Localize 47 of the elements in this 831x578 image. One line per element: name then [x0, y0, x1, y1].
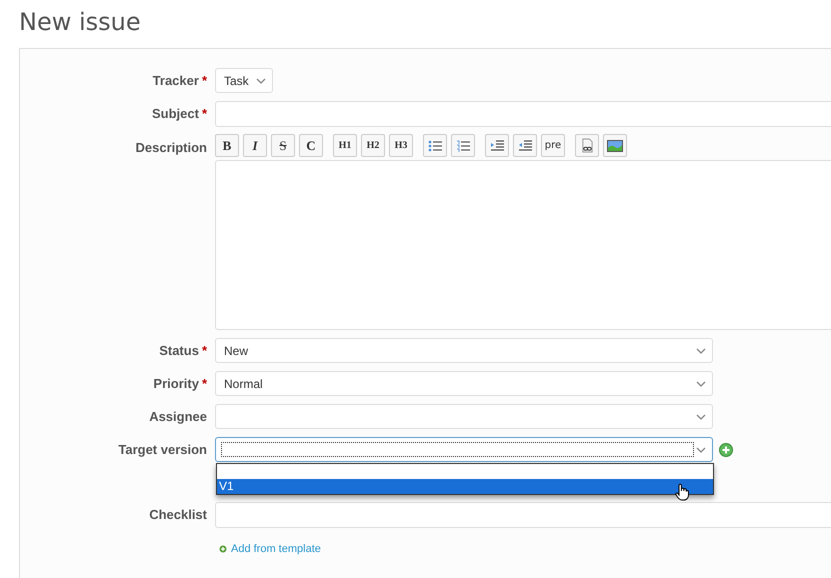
text-field[interactable]	[215, 502, 831, 528]
link-icon	[580, 138, 594, 153]
chevron-down-icon	[696, 381, 706, 387]
toolbar-button[interactable]: H1	[333, 134, 357, 157]
select-field[interactable]: New	[215, 338, 713, 363]
field-label: Status	[159, 343, 199, 358]
image-button[interactable]	[603, 134, 627, 157]
bullet-list-icon	[428, 140, 442, 152]
toolbar-button[interactable]: C	[299, 134, 323, 157]
field-label: Priority	[153, 376, 199, 391]
field-label: Tracker	[152, 73, 199, 88]
select-field[interactable]: Normal	[215, 371, 713, 396]
select-field[interactable]: Task	[215, 68, 273, 93]
dropdown-option[interactable]: V1	[217, 479, 713, 494]
field-label: Checklist	[149, 507, 207, 522]
add-icon[interactable]	[719, 442, 733, 456]
numbered-list-icon	[456, 140, 470, 152]
toolbar-button[interactable]: H2	[361, 134, 385, 157]
field-label: Assignee	[149, 409, 207, 424]
select-field[interactable]	[215, 437, 713, 462]
indent-button[interactable]	[485, 134, 509, 157]
bullet-list-button[interactable]	[423, 134, 447, 157]
text-field[interactable]	[215, 101, 831, 127]
required-mark: *	[202, 106, 207, 121]
chevron-down-icon	[256, 78, 266, 84]
toolbar-button[interactable]: H3	[389, 134, 413, 157]
link-button[interactable]	[575, 134, 599, 157]
toolbar-button[interactable]: I	[243, 134, 267, 157]
chevron-down-icon	[696, 348, 706, 354]
chevron-down-icon	[696, 447, 706, 453]
field-label: Subject	[152, 106, 199, 121]
page-title: New issue	[19, 8, 142, 36]
chevron-down-icon	[696, 414, 706, 420]
image-icon	[607, 140, 623, 152]
indent-icon	[490, 140, 504, 152]
outdent-icon	[518, 140, 532, 152]
toolbar-button[interactable]: S	[271, 134, 295, 157]
required-mark: *	[202, 73, 207, 88]
outdent-button[interactable]	[513, 134, 537, 157]
required-mark: *	[202, 343, 207, 358]
toolbar-button[interactable]: B	[215, 134, 239, 157]
required-mark: *	[202, 376, 207, 391]
toolbar-button[interactable]: pre	[541, 134, 565, 157]
field-label: Target version	[118, 442, 207, 457]
add-icon	[219, 545, 227, 553]
numbered-list-button[interactable]	[451, 134, 475, 157]
field-label: Description	[135, 140, 207, 155]
